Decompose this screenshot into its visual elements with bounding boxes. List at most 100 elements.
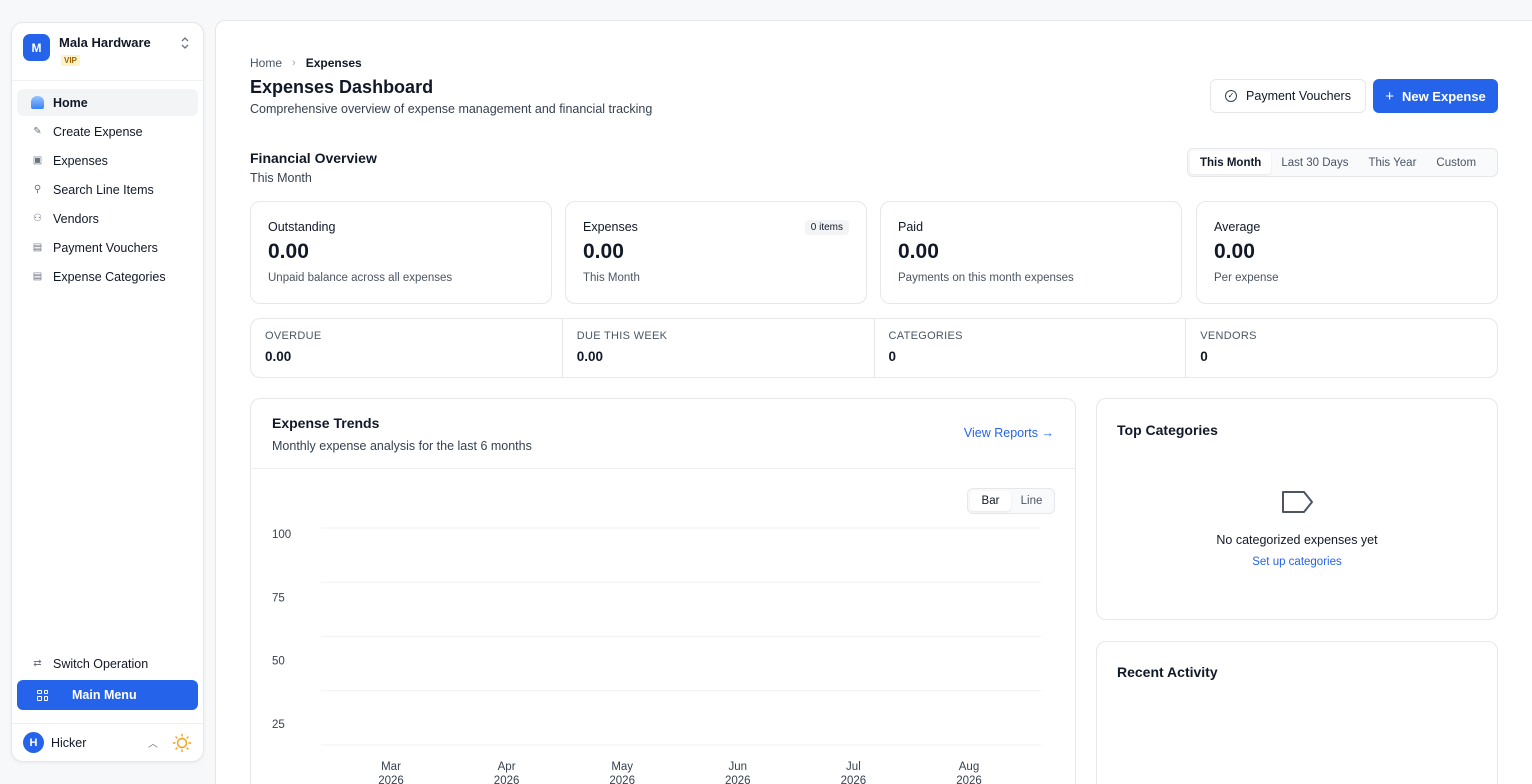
stat-card-paid: Paid 0.00 Payments on this month expense… (880, 201, 1182, 304)
breadcrumb: Home › Expenses (250, 56, 362, 70)
main-menu-button[interactable]: Main Menu (17, 680, 198, 710)
breadcrumb-home[interactable]: Home (250, 56, 282, 70)
sidebar-footer: ⇄ Switch Operation Main Menu H Hicker ︿ (12, 650, 203, 761)
archive-icon: ▤ (32, 242, 43, 253)
sidebar-item-expenses[interactable]: ▣ Expenses (17, 147, 198, 174)
breadcrumb-current: Expenses (305, 56, 362, 70)
items-count-badge: 0 items (804, 220, 849, 235)
sidebar-item-payment-vouchers[interactable]: ▤ Payment Vouchers (17, 234, 198, 261)
toggle-line[interactable]: Line (1011, 491, 1052, 511)
mini-stat-overdue: OVERDUE 0.00 (251, 319, 563, 377)
expense-trends-subtitle: Monthly expense analysis for the last 6 … (272, 439, 532, 453)
mini-stat-categories: CATEGORIES 0 (875, 319, 1187, 377)
users-icon: ⚇ (33, 213, 42, 224)
switch-icon: ⇄ (33, 658, 42, 669)
x-tick-label: Mar (381, 761, 401, 773)
org-name: Mala Hardware (59, 35, 151, 50)
mini-stat-label: CATEGORIES (888, 330, 963, 342)
new-expense-label: New Expense (1401, 88, 1486, 104)
x-tick-label: Jul (846, 761, 861, 773)
edit-icon: ✎ (33, 126, 42, 137)
y-tick-label: 25 (272, 719, 285, 731)
setup-categories-link[interactable]: Set up categories (1097, 556, 1497, 568)
search-icon: ⚲ (33, 184, 42, 195)
view-reports-link[interactable]: View Reports → (964, 426, 1054, 440)
stat-note: Payments on this month expenses (898, 272, 1074, 284)
sidebar-item-expense-categories[interactable]: ▤ Expense Categories (17, 263, 198, 290)
main-content: Home › Expenses Expenses Dashboard Compr… (215, 20, 1532, 784)
chart-type-toggle: Bar Line (967, 488, 1055, 514)
chevron-up-icon[interactable]: ︿ (148, 735, 158, 750)
x-tick-year-label: 2026 (841, 775, 867, 784)
x-tick-label: Apr (498, 761, 516, 773)
plus-icon: + (1385, 87, 1394, 105)
tab-custom[interactable]: Custom (1426, 151, 1486, 174)
stat-value: 0.00 (898, 240, 939, 263)
sun-icon[interactable] (172, 733, 192, 753)
sidebar-item-label: Vendors (53, 211, 99, 226)
mini-stat-label: OVERDUE (265, 330, 322, 342)
sidebar-item-label: Payment Vouchers (53, 240, 158, 255)
stat-label: Outstanding (268, 220, 336, 234)
y-tick-label: 50 (272, 656, 285, 668)
mini-stat-value: 0 (888, 349, 897, 364)
user-avatar: H (23, 732, 44, 753)
expense-trends-header: Expense Trends Monthly expense analysis … (251, 399, 1075, 469)
sidebar-item-search-line-items[interactable]: ⚲ Search Line Items (17, 176, 198, 203)
sidebar-item-create-expense[interactable]: ✎ Create Expense (17, 118, 198, 145)
home-icon (31, 96, 44, 109)
chevron-updown-icon[interactable] (179, 35, 191, 51)
org-avatar: M (23, 34, 50, 61)
stat-note: Per expense (1214, 272, 1279, 284)
x-tick-year-label: 2026 (956, 775, 982, 784)
switch-operation-label: Switch Operation (53, 656, 149, 671)
financial-overview-title: Financial Overview (250, 150, 377, 166)
stat-card-expenses: Expenses 0 items 0.00 This Month (565, 201, 867, 304)
toggle-bar[interactable]: Bar (970, 491, 1011, 511)
tab-this-year[interactable]: This Year (1358, 151, 1426, 174)
grid-icon (37, 689, 48, 701)
mini-stat-value: 0.00 (265, 349, 292, 364)
empty-categories-text: No categorized expenses yet (1216, 533, 1378, 547)
recent-activity-title: Recent Activity (1117, 664, 1218, 680)
tab-this-month[interactable]: This Month (1190, 151, 1272, 174)
mini-stat-due-this-week: DUE THIS WEEK 0.00 (563, 319, 875, 377)
page-subtitle: Comprehensive overview of expense manage… (250, 102, 653, 116)
stat-value: 0.00 (1214, 240, 1255, 263)
sidebar-item-vendors[interactable]: ⚇ Vendors (17, 205, 198, 232)
top-categories-card: Top Categories No categorized expenses y… (1096, 398, 1498, 620)
page-title: Expenses Dashboard (250, 77, 434, 97)
user-name: Hicker (51, 735, 87, 750)
main-menu-label: Main Menu (72, 688, 137, 702)
x-tick-label: Aug (959, 761, 979, 773)
sidebar-item-label: Expenses (53, 153, 108, 168)
x-tick-year-label: 2026 (494, 775, 520, 784)
x-tick-label: Jun (729, 761, 748, 773)
org-badge: VIP (61, 55, 80, 66)
archive-icon: ▤ (32, 271, 43, 282)
user-menu[interactable]: H Hicker ︿ (12, 723, 203, 761)
payment-vouchers-button[interactable]: ✓ Payment Vouchers (1210, 79, 1366, 113)
expense-trends-card: Expense Trends Monthly expense analysis … (250, 398, 1076, 784)
financial-overview-period: This Month (250, 171, 312, 185)
period-tabs: This Month Last 30 Days This Year Custom (1187, 148, 1498, 177)
stat-label: Average (1214, 220, 1261, 234)
org-switcher[interactable]: M Mala Hardware VIP (12, 23, 203, 81)
mini-stat-label: DUE THIS WEEK (576, 330, 668, 342)
top-categories-title: Top Categories (1117, 422, 1218, 438)
sidebar-item-label: Home (53, 95, 88, 110)
stat-card-outstanding: Outstanding 0.00 Unpaid balance across a… (250, 201, 552, 304)
expense-trends-chart: 100 75 50 25 Mar 2026 Apr 2026 May 2026 Jun 2026 Jul… (272, 527, 1041, 784)
x-tick-year-label: 2026 (378, 775, 404, 784)
y-tick-label: 75 (272, 592, 285, 604)
stat-note: Unpaid balance across all expenses (268, 272, 453, 284)
stat-note: This Month (583, 272, 640, 284)
tab-last-30-days[interactable]: Last 30 Days (1271, 151, 1358, 174)
expense-trends-title: Expense Trends (272, 415, 380, 431)
payment-vouchers-label: Payment Vouchers (1246, 89, 1351, 103)
new-expense-button[interactable]: + New Expense (1373, 79, 1498, 113)
sidebar-item-home[interactable]: Home (17, 89, 198, 116)
recent-activity-card: Recent Activity (1096, 641, 1498, 784)
mini-stat-label: VENDORS (1200, 330, 1257, 342)
switch-operation-button[interactable]: ⇄ Switch Operation (12, 650, 203, 677)
